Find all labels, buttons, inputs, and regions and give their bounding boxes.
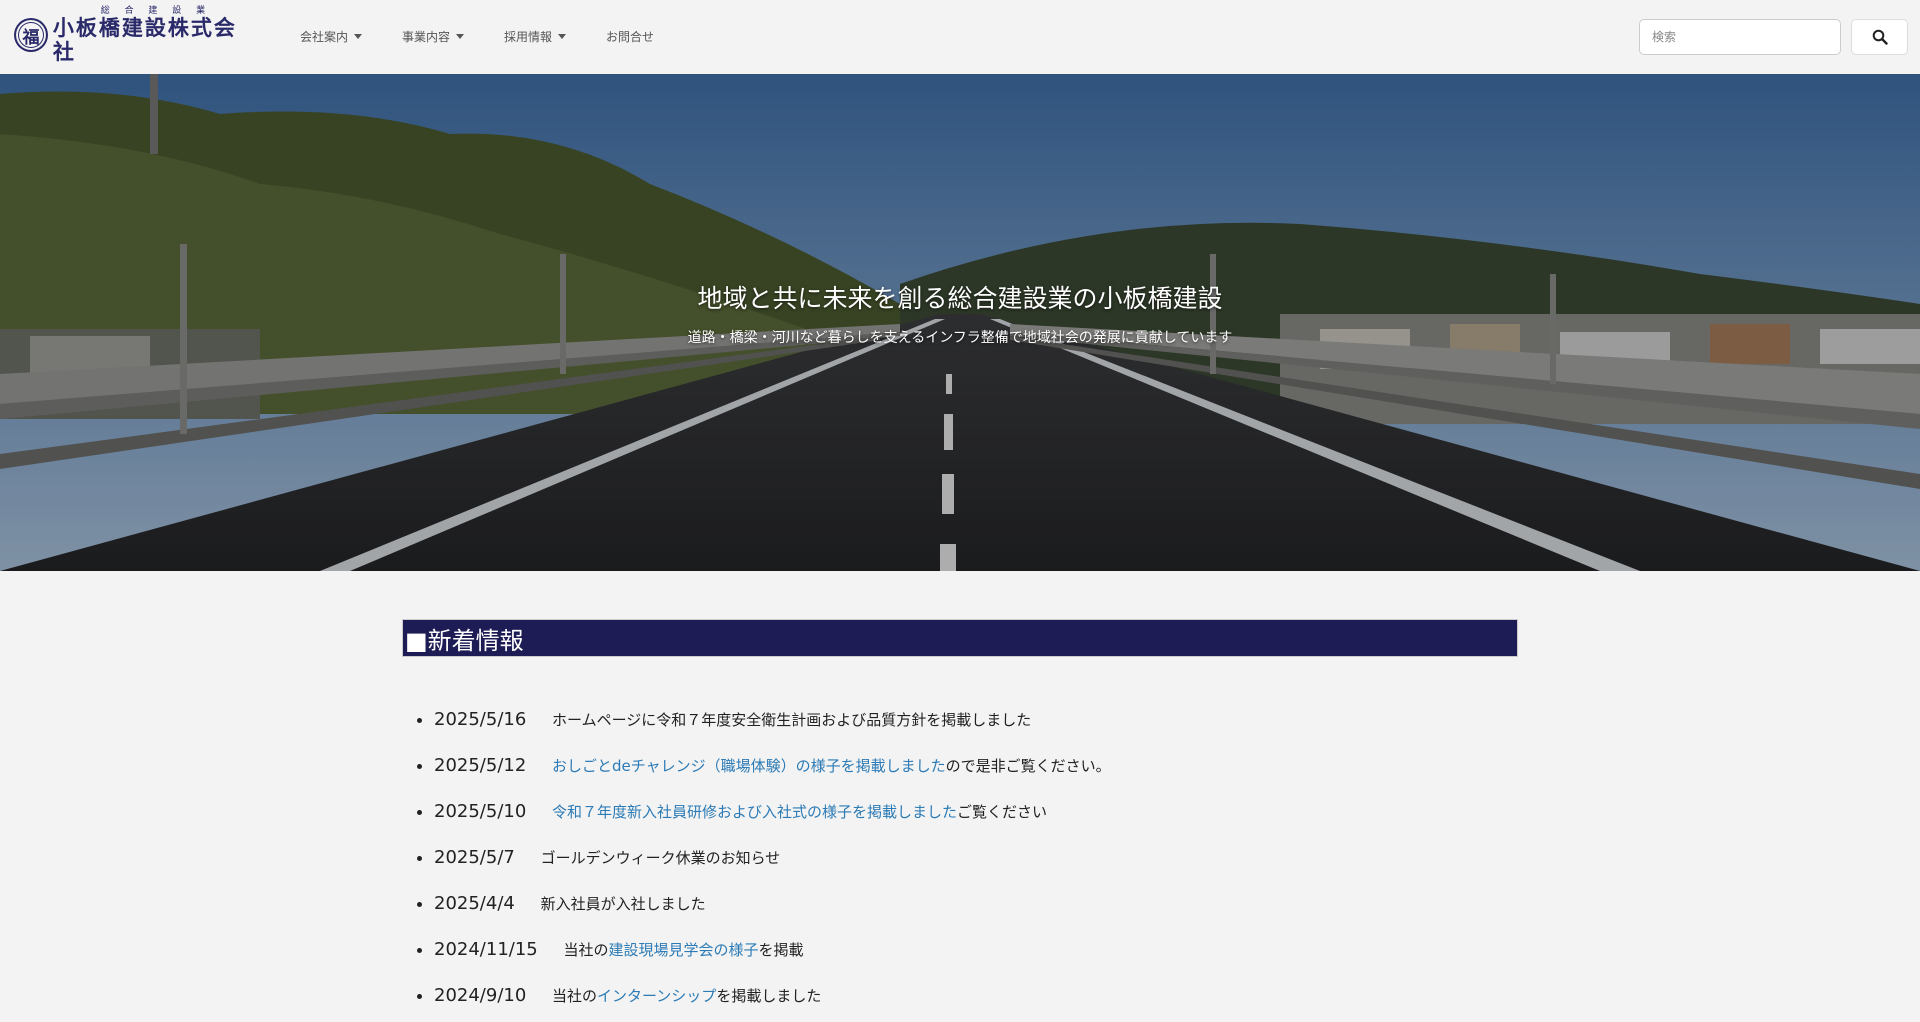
news-link[interactable]: 令和７年度新入社員研修および入社式の様子を掲載しました	[552, 803, 957, 821]
list-item: 2025/4/4 新入社員が入社しました	[434, 884, 1518, 930]
search-button[interactable]	[1851, 19, 1908, 55]
navbar: 福 総 合 建 設 業 小板橋建設株式会社 会社案内 事業内容 採用情報 お問合…	[0, 0, 1920, 74]
chevron-down-icon	[456, 34, 465, 39]
logo-tagline: 総 合 建 設 業	[100, 6, 212, 16]
news-text: ゴールデンウィーク休業のお知らせ	[540, 849, 781, 867]
nav-item-business[interactable]: 事業内容	[402, 24, 465, 49]
news-text: 当社の	[563, 941, 609, 959]
list-item: 2025/5/7 ゴールデンウィーク休業のお知らせ	[434, 838, 1518, 884]
news-list: 2025/5/16 ホームページに令和７年度安全衛生計画および品質方針を掲載しま…	[402, 700, 1518, 1022]
chevron-down-icon	[558, 34, 567, 39]
nav-item-label: お問合せ	[606, 30, 655, 44]
news-date: 2024/11/15	[434, 939, 538, 960]
news-link[interactable]: インターンシップ	[597, 987, 716, 1005]
list-item: 2025/5/10 令和７年度新入社員研修および入社式の様子を掲載しましたご覧く…	[434, 792, 1518, 838]
company-logo[interactable]: 福 総 合 建 設 業 小板橋建設株式会社	[14, 6, 259, 64]
news-date: 2025/5/16	[434, 709, 527, 730]
hero-title: 地域と共に未来を創る総合建設業の小板橋建設	[697, 284, 1223, 313]
news-text: ご覧ください	[957, 803, 1048, 821]
news-date: 2025/5/10	[434, 801, 527, 822]
nav-item-contact[interactable]: お問合せ	[606, 24, 654, 49]
list-item: 2024/9/10 当社のインターンシップを掲載しました	[434, 976, 1518, 1022]
nav-item-label: 採用情報	[504, 30, 553, 44]
nav-item-company[interactable]: 会社案内	[300, 24, 363, 49]
news-link[interactable]: 建設現場見学会の様子	[609, 941, 759, 959]
logo-text: 総 合 建 設 業 小板橋建設株式会社	[53, 6, 259, 64]
search-icon	[1872, 29, 1888, 45]
news-date: 2025/5/12	[434, 755, 527, 776]
news-text: ので是非ご覧ください。	[945, 757, 1111, 775]
news-date: 2025/5/7	[434, 847, 515, 868]
news-text: を掲載しました	[716, 987, 822, 1005]
news-text: 新入社員が入社しました	[540, 895, 706, 913]
hero-overlay	[0, 74, 1920, 571]
list-item: 2025/5/16 ホームページに令和７年度安全衛生計画および品質方針を掲載しま…	[434, 700, 1518, 746]
news-date: 2025/4/4	[434, 893, 515, 914]
logo-company-name: 小板橋建設株式会社	[52, 16, 237, 64]
news-text: ホームページに令和７年度安全衛生計画および品質方針を掲載しました	[552, 711, 1032, 729]
news-text: 当社の	[552, 987, 598, 1005]
nav-item-label: 会社案内	[300, 30, 349, 44]
main-nav: 会社案内 事業内容 採用情報 お問合せ	[300, 24, 694, 49]
hero-subtitle: 道路・橋梁・河川など暮らしを支えるインフラ整備で地域社会の発展に貢献しています	[687, 330, 1233, 346]
news-date: 2024/9/10	[434, 985, 527, 1006]
logo-mark-icon: 福	[14, 18, 48, 52]
chevron-down-icon	[354, 34, 363, 39]
nav-item-recruit[interactable]: 採用情報	[504, 24, 567, 49]
news-link[interactable]: おしごとdeチャレンジ（職場体験）の様子を掲載しました	[552, 757, 946, 775]
nav-item-label: 事業内容	[402, 30, 451, 44]
search-input[interactable]	[1639, 19, 1841, 55]
news-text: を掲載	[758, 941, 804, 959]
list-item: 2024/11/15 当社の建設現場見学会の様子を掲載	[434, 930, 1518, 976]
list-item: 2025/5/12 おしごとdeチャレンジ（職場体験）の様子を掲載しましたので是…	[434, 746, 1518, 792]
hero-banner: 地域と共に未来を創る総合建設業の小板橋建設 道路・橋梁・河川など暮らしを支えるイ…	[0, 74, 1920, 571]
news-heading: ■新着情報	[402, 619, 1518, 657]
